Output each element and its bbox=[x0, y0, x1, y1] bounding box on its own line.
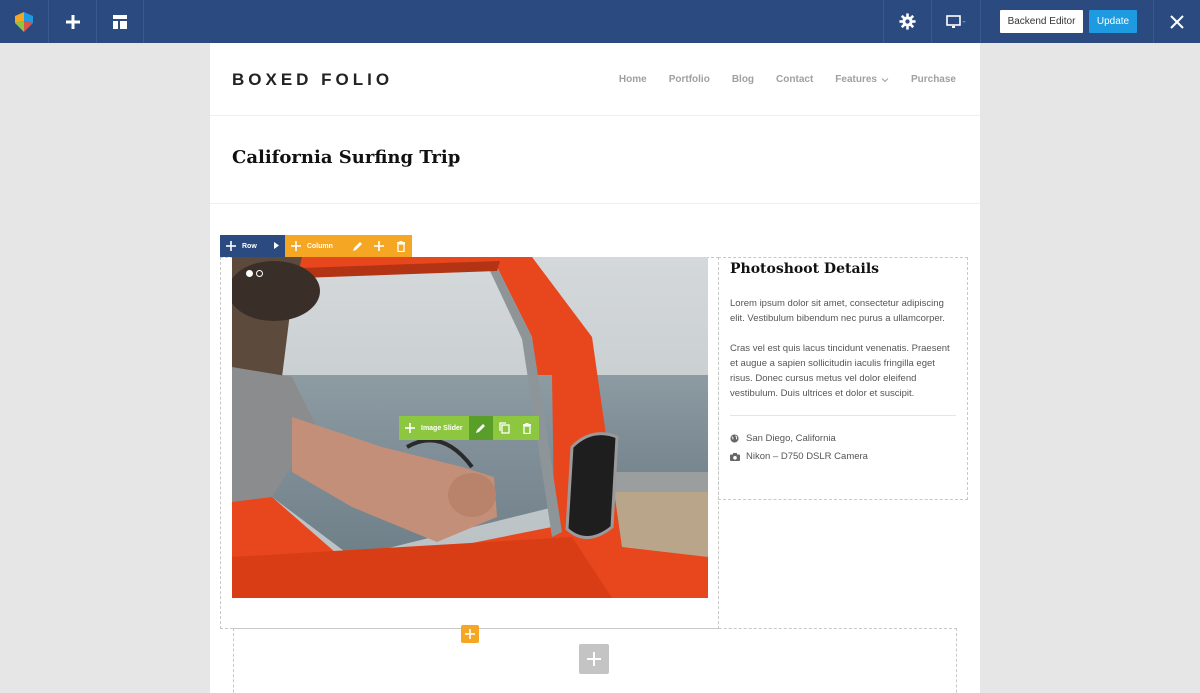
monitor-icon bbox=[946, 14, 966, 28]
nav-item-contact[interactable]: Contact bbox=[776, 74, 813, 85]
camera-icon bbox=[730, 452, 746, 461]
location-text: San Diego, California bbox=[746, 433, 836, 444]
plus-icon bbox=[587, 652, 601, 666]
chevron-down-icon bbox=[881, 77, 889, 82]
responsive-view-button[interactable] bbox=[931, 0, 981, 43]
edit-element-pencil-icon[interactable] bbox=[468, 416, 493, 440]
nav-item-purchase[interactable]: Purchase bbox=[911, 74, 956, 85]
camera-item: Nikon – D750 DSLR Camera bbox=[730, 451, 868, 462]
photoshoot-details-title: Photoshoot Details bbox=[730, 261, 880, 277]
settings-button[interactable] bbox=[883, 0, 931, 43]
editor-toolbar: Backend Editor Update bbox=[0, 0, 1200, 43]
nav-item-features[interactable]: Features bbox=[835, 74, 889, 85]
pencil-icon[interactable] bbox=[347, 235, 369, 257]
location-item: San Diego, California bbox=[730, 433, 836, 444]
backend-editor-button[interactable]: Backend Editor bbox=[1000, 10, 1083, 33]
row-label: Row bbox=[242, 242, 257, 250]
site-logo[interactable]: BOXED FOLIO bbox=[232, 70, 393, 90]
logo-icon bbox=[15, 11, 33, 32]
element-controls[interactable]: Image Slider bbox=[399, 416, 539, 440]
close-editor-button[interactable] bbox=[1153, 0, 1200, 43]
close-icon bbox=[1170, 14, 1184, 29]
page-canvas: BOXED FOLIO Home Portfolio Blog Contact … bbox=[210, 43, 980, 693]
row-controls[interactable]: Row bbox=[220, 235, 285, 257]
move-column-icon[interactable] bbox=[285, 235, 307, 257]
templates-button[interactable] bbox=[97, 0, 144, 43]
copy-icon[interactable] bbox=[492, 416, 516, 440]
site-header: BOXED FOLIO Home Portfolio Blog Contact … bbox=[210, 43, 980, 116]
details-paragraph-1: Lorem ipsum dolor sit amet, consectetur … bbox=[730, 298, 945, 324]
nav-item-home[interactable]: Home bbox=[619, 74, 647, 85]
logo-button[interactable] bbox=[0, 0, 49, 43]
column-controls[interactable]: Column bbox=[285, 235, 412, 257]
column-label: Column bbox=[306, 242, 333, 250]
details-paragraph-2: Cras vel est quis lacus tincidunt venena… bbox=[730, 343, 950, 399]
gear-icon bbox=[899, 13, 916, 30]
update-button[interactable]: Update bbox=[1089, 10, 1137, 33]
camera-text: Nikon – D750 DSLR Camera bbox=[746, 451, 868, 462]
title-band: California Surfing Trip bbox=[210, 117, 980, 204]
move-row-icon[interactable] bbox=[220, 235, 242, 257]
globe-icon bbox=[730, 434, 746, 443]
slider-dot[interactable] bbox=[246, 270, 253, 277]
divider bbox=[730, 415, 956, 416]
add-column-button[interactable] bbox=[461, 625, 479, 643]
nav-item-blog[interactable]: Blog bbox=[732, 74, 754, 85]
slider-dot[interactable] bbox=[256, 270, 263, 277]
nav-item-features-label: Features bbox=[835, 74, 877, 85]
plus-icon bbox=[65, 14, 80, 29]
main-nav: Home Portfolio Blog Contact Features Pur… bbox=[597, 74, 956, 85]
delete-element-trash-icon[interactable] bbox=[515, 416, 539, 440]
layout-icon bbox=[113, 14, 127, 29]
element-label: Image Slider bbox=[421, 424, 463, 432]
move-element-icon[interactable] bbox=[399, 417, 421, 439]
page-title: California Surfing Trip bbox=[232, 147, 461, 168]
add-element-to-row-button[interactable] bbox=[579, 644, 609, 674]
nav-item-portfolio[interactable]: Portfolio bbox=[669, 74, 710, 85]
caret-right-icon[interactable] bbox=[274, 241, 279, 251]
slider-pagination bbox=[246, 270, 263, 277]
add-element-button[interactable] bbox=[49, 0, 97, 43]
element-label-group[interactable]: Image Slider bbox=[399, 416, 469, 440]
add-column-plus-icon[interactable] bbox=[368, 235, 390, 257]
trash-icon[interactable] bbox=[390, 235, 412, 257]
plus-icon bbox=[465, 629, 475, 639]
